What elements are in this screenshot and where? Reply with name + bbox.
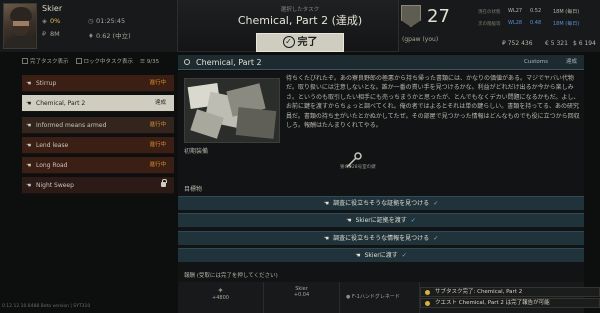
hand-icon: ☚ [323, 235, 330, 242]
objective-row: ☚ 調査に役立ちそうな証拠を見つける ✓ [178, 196, 584, 210]
quest-item-chemical-part-2[interactable]: ☚ Chemical, Part 2 達成 [22, 95, 174, 112]
reward-experience: ✦ +4800 [178, 282, 264, 313]
hand-icon: ☚ [355, 252, 361, 259]
quest-image [184, 78, 280, 143]
checkbox-icon [75, 58, 82, 64]
next-money-value: 18M (毎日) [553, 21, 580, 27]
alert-icon [425, 301, 430, 306]
quest-filters: 完了タスク表示 ロック中タスク表示 ☰ 9/35 [22, 57, 174, 69]
current-money-value: 18M (毎日) [553, 9, 580, 15]
quest-item-stirrup[interactable]: ☚ Stirrup 進行中 [22, 75, 174, 92]
quest-list-icon: ☰ [140, 59, 145, 65]
roubles-balance: ₽ 752 436 [502, 40, 533, 47]
version-label: 0.12.12.10.6488 Beta version | SYT310 [2, 304, 91, 309]
alert-icon [425, 290, 430, 295]
rewards-label: 報酬 (受取には完了を押してください) [184, 273, 278, 279]
notification-toast[interactable]: サブタスク完了: Chemical, Part 2 [420, 287, 600, 297]
quest-detail-header: Chemical, Part 2 Customs 達成 [178, 55, 584, 70]
quest-description: 待ちくたびれたぞ。あの寮良野郎の極悪から持ち帰った書類には、かなりの価値がある。… [286, 75, 580, 130]
hand-icon: ☚ [26, 142, 32, 149]
quest-item-informed-means-armed[interactable]: ☚ Informed means armed 進行中 [22, 117, 174, 134]
complete-button[interactable]: ✓ 完了 [256, 33, 344, 52]
next-state-label: 次の階級等 [478, 22, 501, 27]
lock-icon [161, 179, 167, 187]
hand-icon: ☚ [26, 122, 32, 129]
next-standing-value: 0.48 [530, 20, 542, 26]
current-standing-value: 0.52 [530, 8, 542, 14]
check-icon: ✓ [433, 200, 439, 207]
hand-icon: ☚ [323, 200, 330, 207]
reward-standing: Skier +0.04 [264, 282, 340, 313]
trader-loyalty: ♦ 0.62 (中立) [88, 32, 131, 40]
objective-row: ☚ Skierに渡す ✓ [178, 248, 584, 262]
check-icon: ✓ [401, 252, 407, 259]
starting-equipment-item[interactable] [330, 148, 392, 174]
starting-equipment-name: 寮の228号室の鍵 [340, 165, 376, 170]
quest-location: Customs [524, 59, 548, 65]
next-level-value: WL28 [508, 20, 523, 26]
experience-icon: ✦ [217, 286, 224, 295]
ruble-icon: ₽ [42, 30, 47, 38]
dollars-balance: $ 6 194 [573, 40, 596, 47]
player-level: 27 [427, 6, 450, 27]
standing-icon: ◈ [42, 17, 47, 25]
trader-name: Skier [42, 4, 63, 13]
notification-toast[interactable]: クエスト Chemical, Part 2 は完了報告が可能 [420, 298, 600, 308]
quest-item-long-road[interactable]: ☚ Long Road 進行中 [22, 157, 174, 174]
trader-money: ₽8M [42, 30, 60, 38]
hand-icon: ☚ [26, 80, 32, 87]
hand-icon: ☚ [346, 217, 352, 224]
objectives-label: 目標物 [184, 186, 203, 193]
quest-item-night-sweep[interactable]: ☚ Night Sweep [22, 177, 174, 194]
checkbox-icon [22, 58, 28, 64]
hand-icon: ☚ [26, 182, 32, 189]
trader-standing: ◈ 0% [42, 17, 61, 25]
check-icon: ✓ [410, 217, 416, 224]
current-level-value: WL27 [508, 8, 523, 14]
check-icon: ✓ [433, 235, 439, 242]
reward-item[interactable]: ● F-1ハンドグレネード [340, 282, 420, 313]
trader-time: ◷ 01:25:45 [88, 17, 126, 25]
hand-icon: ☚ [26, 162, 32, 169]
check-circle-icon: ✓ [282, 36, 295, 48]
player-username: (gpaw (you) [402, 36, 439, 43]
grenade-icon: ● [346, 294, 351, 300]
trader-portrait [3, 3, 37, 49]
quest-count: ☰ 9/35 [140, 59, 160, 65]
starting-equipment-label: 初期装備 [184, 148, 209, 155]
objective-row: ☚ 調査に役立ちそうな情報を見つける ✓ [178, 231, 584, 245]
show-completed-toggle[interactable]: 完了タスク表示 [22, 58, 69, 65]
show-locked-toggle[interactable]: ロック中タスク表示 [75, 58, 133, 65]
hand-icon: ☚ [26, 100, 32, 107]
euros-balance: € 5 321 [545, 40, 568, 47]
quest-bullet-icon [184, 59, 190, 65]
objective-row: ☚ Skierに証拠を渡す ✓ [178, 213, 584, 227]
current-state-label: 現在の状態 [478, 10, 501, 15]
task-title: Chemical, Part 2 (達成) [237, 14, 363, 27]
quest-item-lend-lease[interactable]: ☚ Lend lease 進行中 [22, 137, 174, 154]
quest-state: 達成 [566, 59, 578, 65]
loyalty-icon: ♦ [88, 32, 94, 40]
clock-icon: ◷ [88, 17, 94, 25]
